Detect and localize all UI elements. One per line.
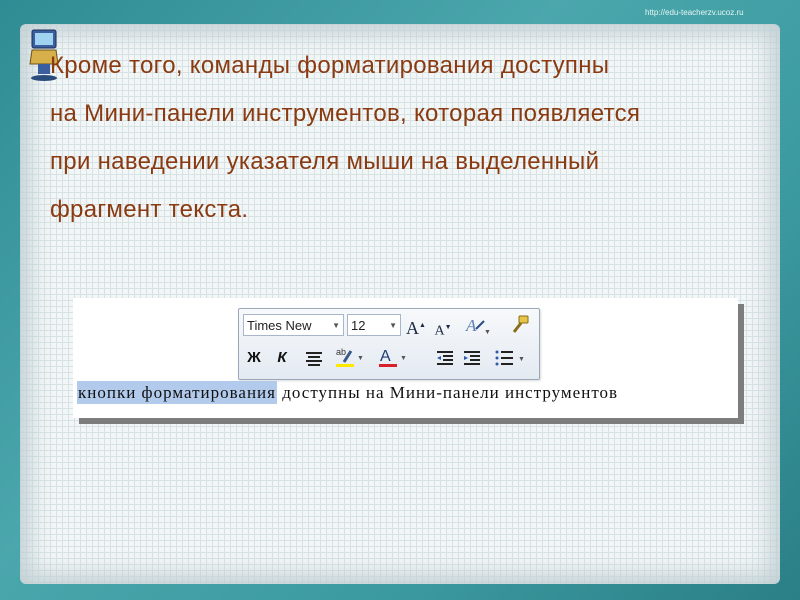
svg-text:A: A [380, 348, 391, 365]
slide-text: Кроме того, команды форматирования досту… [50, 42, 786, 234]
format-painter-icon[interactable] [509, 314, 531, 336]
text-line: Кроме того, команды форматирования досту… [50, 52, 610, 79]
font-name-value: Times New [247, 318, 312, 333]
svg-text:▼: ▼ [400, 355, 407, 362]
decrease-indent-icon[interactable] [434, 347, 456, 369]
styles-icon[interactable]: A ▼ [464, 314, 491, 336]
font-name-select[interactable]: Times New ▼ [243, 314, 344, 336]
slide-frame: http://edu-teacherzv.ucoz.ru Кроме того,… [0, 0, 800, 600]
italic-button[interactable]: К [271, 347, 293, 369]
document-line: кнопки форматирования доступны на Мини-п… [77, 381, 619, 404]
source-url: http://edu-teacherzv.ucoz.ru [645, 8, 744, 17]
grow-font-icon[interactable]: A▲ [405, 314, 427, 338]
mini-toolbar-screenshot: Times New ▼ 12 ▼ A▲ A▼ A ▼ Ж К ab ▼ A ▼ … [73, 298, 738, 418]
svg-text:▼: ▼ [484, 329, 490, 336]
chevron-down-icon: ▼ [332, 321, 340, 330]
font-color-icon[interactable]: A ▼ [377, 345, 407, 367]
center-align-icon[interactable] [303, 347, 325, 369]
chevron-down-icon: ▼ [389, 321, 397, 330]
svg-text:▼: ▼ [357, 355, 364, 362]
svg-text:▼: ▼ [518, 356, 525, 363]
text-line: при наведении указателя мыши на выделенн… [50, 148, 600, 175]
text-line: фрагмент текста. [50, 196, 249, 223]
font-size-value: 12 [351, 318, 366, 333]
bullets-icon[interactable]: ▼ [493, 347, 527, 369]
mini-toolbar: Times New ▼ 12 ▼ A▲ A▼ A ▼ Ж К ab ▼ A ▼ … [238, 308, 540, 380]
document-text: доступны на Мини-панели инструментов [276, 383, 619, 402]
font-size-select[interactable]: 12 ▼ [347, 314, 401, 336]
text-line: на Мини-панели инструментов, которая поя… [50, 100, 641, 127]
svg-text:A: A [465, 316, 477, 335]
increase-indent-icon[interactable] [461, 347, 483, 369]
shrink-font-icon[interactable]: A▼ [432, 316, 454, 339]
svg-text:ab: ab [336, 347, 346, 357]
highlight-icon[interactable]: ab ▼ [334, 345, 364, 367]
selected-text[interactable]: кнопки форматирования [77, 381, 277, 404]
bold-button[interactable]: Ж [243, 347, 265, 369]
